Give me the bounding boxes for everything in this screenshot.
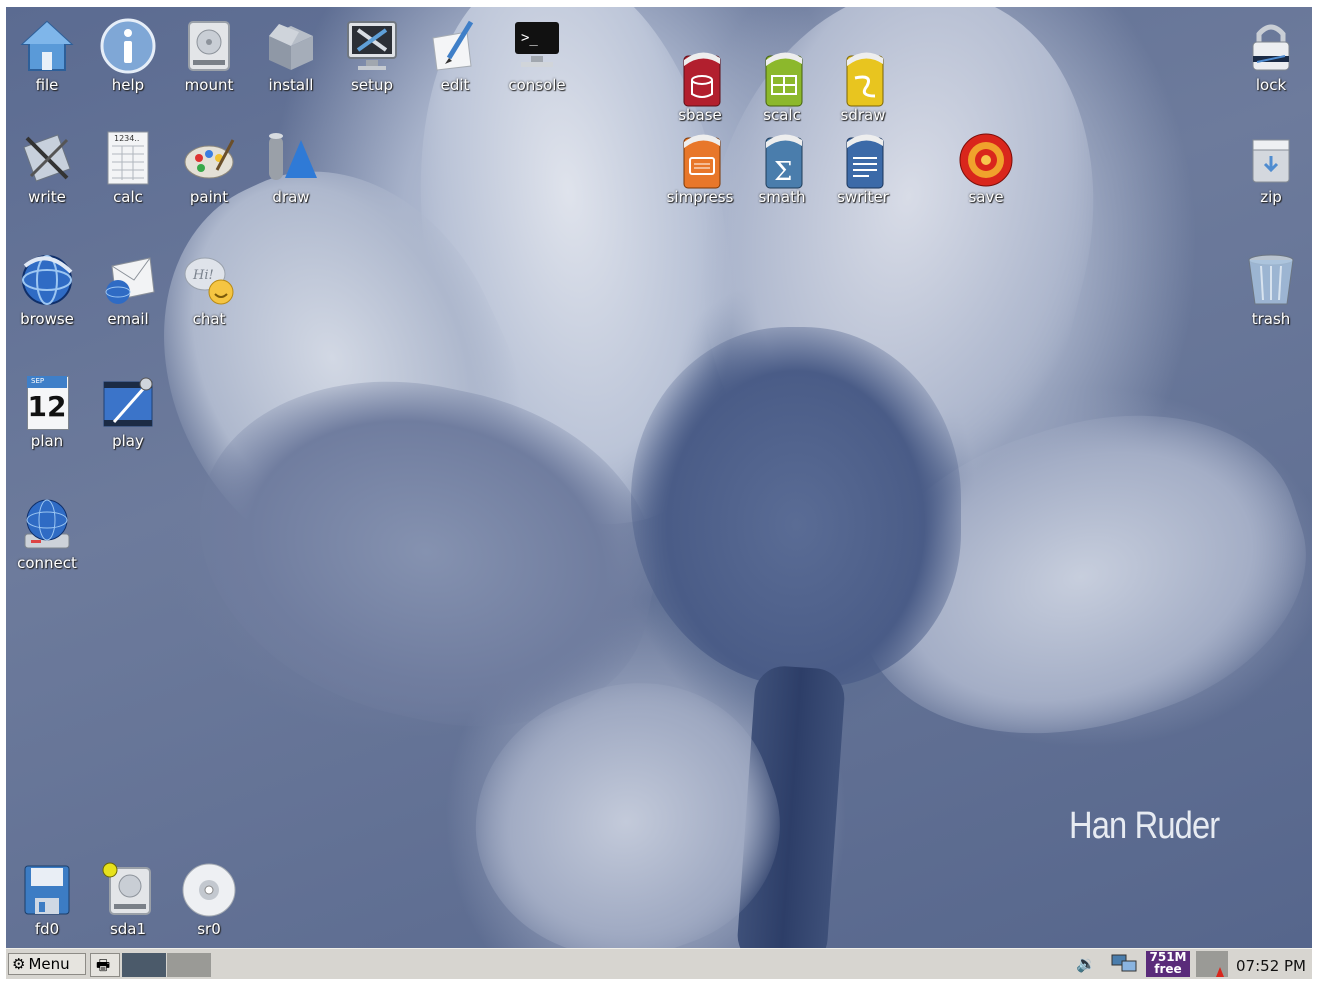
desktop-icon-sdraw[interactable]: sdraw: [822, 48, 904, 124]
drive-icon: [181, 18, 237, 74]
desktop-icon-connect[interactable]: connect: [6, 496, 88, 572]
desktop-icon-zip[interactable]: zip: [1230, 130, 1312, 206]
workspace-2[interactable]: [167, 953, 211, 977]
tools-monitor-icon: [344, 18, 400, 74]
desktop-icon-simpress[interactable]: simpress: [659, 130, 741, 206]
desktop-icon-swriter[interactable]: swriter: [822, 130, 904, 206]
desktop-icon-mount[interactable]: mount: [168, 18, 250, 94]
desktop-icon-calc[interactable]: 1234.. calc: [87, 130, 169, 206]
desktop-icon-file[interactable]: file: [6, 18, 88, 94]
target-icon: [958, 130, 1014, 187]
taskbar: ⚙ Menu 🖶 🔉 751M free 07:52 PM: [6, 948, 1312, 979]
show-desktop-button[interactable]: 🖶: [90, 953, 120, 977]
desktop-icon-email[interactable]: email: [87, 252, 169, 328]
memory-unit: free: [1154, 962, 1182, 976]
media-player-icon: [100, 374, 156, 430]
database-icon: [672, 48, 728, 107]
svg-text:Hi!: Hi!: [192, 268, 214, 283]
palette-icon: [181, 130, 237, 186]
desktop-icon-scalc[interactable]: scalc: [741, 48, 823, 124]
cpu-indicator: [1196, 951, 1228, 977]
calendar-month: SEP: [31, 377, 45, 385]
package-box-icon: [263, 18, 319, 74]
flower-bud: [631, 327, 961, 687]
presentation-icon: [672, 130, 728, 189]
memory-indicator: 751M free: [1146, 951, 1190, 977]
calendar-day: 12: [27, 390, 67, 423]
desktop-icon-plan[interactable]: SEP 12 plan: [6, 374, 88, 450]
desktop-icon-help[interactable]: help: [87, 18, 169, 94]
archive-icon: [1243, 130, 1299, 186]
math-sigma-icon: Σ: [754, 130, 810, 189]
network-icon[interactable]: [1110, 953, 1140, 975]
desktop-icon-smath[interactable]: Σ smath: [741, 130, 823, 206]
draw-doc-icon: [835, 48, 891, 107]
desktop-icon-sr0[interactable]: sr0: [168, 862, 250, 938]
floppy-icon: [19, 862, 75, 918]
terminal-icon: >_: [509, 18, 565, 74]
cd-icon: [181, 862, 237, 918]
desktop-icon-setup[interactable]: setup: [331, 18, 413, 94]
wallpaper-signature: Han Ruder: [1069, 805, 1220, 847]
desktop-icon-browse[interactable]: browse: [6, 252, 88, 328]
pencil-paper-icon: [427, 18, 483, 74]
calendar-icon: SEP 12: [19, 374, 75, 430]
desktop-icon-write[interactable]: write: [6, 130, 88, 206]
desktop-icon-play[interactable]: play: [87, 374, 169, 450]
clock[interactable]: 07:52 PM: [1236, 957, 1306, 975]
calculator-sheet-icon: 1234..: [100, 130, 156, 186]
desktop-icon-console[interactable]: >_ console: [496, 18, 578, 94]
menu-label: Menu: [28, 955, 70, 973]
desktop-icon-fd0[interactable]: fd0: [6, 862, 88, 938]
svg-text:>_: >_: [521, 30, 538, 46]
desktop-icon-trash[interactable]: trash: [1230, 252, 1312, 328]
desktop-icon-install[interactable]: install: [250, 18, 332, 94]
writer-tools-icon: [19, 130, 75, 186]
desktop-icon: 🖶: [96, 956, 111, 974]
envelope-globe-icon: [100, 252, 156, 308]
info-icon: [100, 18, 156, 74]
svg-text:1234..: 1234..: [114, 134, 139, 143]
spreadsheet-icon: [754, 48, 810, 107]
desktop-icon-sbase[interactable]: sbase: [659, 48, 741, 124]
desktop-icon-paint[interactable]: paint: [168, 130, 250, 206]
workspace-1[interactable]: [122, 953, 166, 977]
desktop-icon-save[interactable]: save: [945, 130, 1027, 206]
start-menu-button[interactable]: ⚙ Menu: [8, 953, 86, 975]
desktop-icon-lock[interactable]: lock: [1230, 18, 1312, 94]
padlock-icon: [1243, 18, 1299, 74]
desktop-icon-chat[interactable]: Hi! chat: [168, 252, 250, 328]
network-globe-icon: [19, 496, 75, 552]
desktop-icon-edit[interactable]: edit: [414, 18, 496, 94]
volume-icon[interactable]: 🔉: [1076, 954, 1096, 976]
chat-bubble-icon: Hi!: [181, 252, 237, 308]
trash-can-icon: [1243, 252, 1299, 308]
home-folder-icon: [19, 18, 75, 74]
desktop-icon-sda1[interactable]: sda1: [87, 862, 169, 938]
text-document-icon: [835, 130, 891, 189]
hard-drive-icon: [100, 862, 156, 918]
shapes-icon: [263, 130, 319, 186]
menu-logo-icon: ⚙: [12, 955, 26, 973]
desktop-icon-draw[interactable]: draw: [250, 130, 332, 206]
globe-browser-icon: [19, 252, 75, 308]
svg-text:Σ: Σ: [774, 157, 792, 187]
